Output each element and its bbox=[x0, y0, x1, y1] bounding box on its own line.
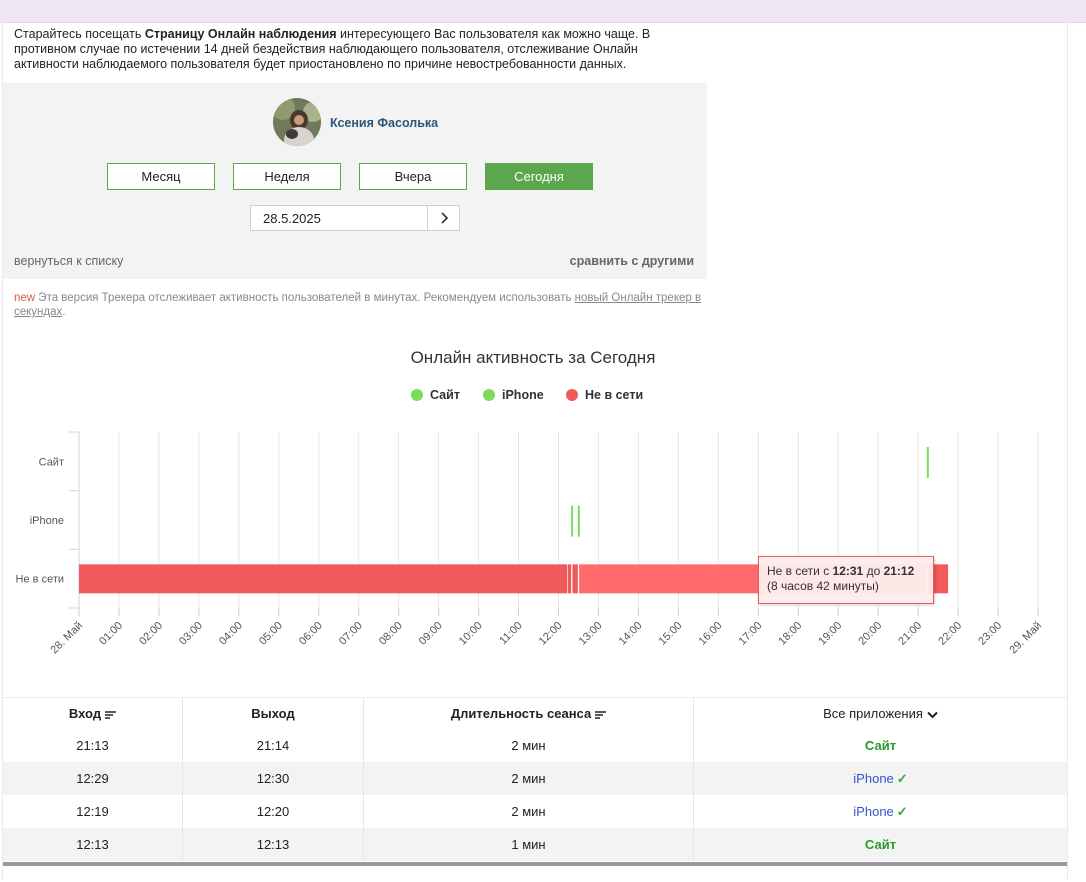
sort-icon bbox=[595, 710, 607, 719]
x-label: 14:00 bbox=[617, 620, 645, 648]
period-month-button[interactable]: Месяц bbox=[107, 163, 215, 190]
new-badge: new bbox=[14, 292, 36, 304]
user-name[interactable]: Ксения Фасолька bbox=[330, 116, 438, 130]
app-label: iPhone bbox=[853, 770, 894, 786]
chevron-down-icon bbox=[927, 711, 938, 718]
legend-item-iphone[interactable]: iPhone bbox=[483, 388, 544, 402]
online-bar bbox=[577, 505, 580, 537]
profile-panel: Ксения Фасолька Месяц Неделя Вчера Сегод… bbox=[3, 83, 707, 279]
cell-out: 21:14 bbox=[182, 729, 364, 762]
cell-in: 12:19 bbox=[3, 795, 183, 828]
x-label: 29. Май bbox=[1007, 620, 1044, 657]
x-label: 19:00 bbox=[816, 620, 844, 648]
y-label-0: Сайт bbox=[39, 456, 64, 468]
table-row: 12:29 12:30 2 мин iPhone ✓ bbox=[3, 762, 1067, 795]
online-bar bbox=[571, 505, 574, 537]
legend-item-offline[interactable]: Не в сети bbox=[566, 388, 643, 402]
cell-in: 12:13 bbox=[3, 828, 183, 861]
app-label: Сайт bbox=[864, 738, 897, 753]
avatar[interactable] bbox=[273, 98, 321, 146]
cell-app: iPhone ✓ bbox=[693, 762, 1067, 795]
x-label: 22:00 bbox=[936, 620, 964, 648]
sessions-table: Вход Выход Длительность сеанса Все прило… bbox=[3, 697, 1067, 861]
table-row: 21:13 21:14 2 мин Сайт bbox=[3, 729, 1067, 762]
cell-out: 12:13 bbox=[182, 828, 364, 861]
cell-out: 12:20 bbox=[182, 795, 364, 828]
cell-duration: 1 мин bbox=[363, 828, 694, 861]
offline-bar bbox=[572, 564, 578, 594]
x-label: 16:00 bbox=[697, 620, 725, 648]
x-label: 09:00 bbox=[417, 620, 445, 648]
app-label: iPhone bbox=[853, 803, 894, 819]
cell-app: iPhone ✓ bbox=[694, 795, 1068, 828]
offline-bar bbox=[79, 564, 568, 594]
x-label: 20:00 bbox=[856, 620, 884, 648]
totals-divider bbox=[3, 862, 1067, 866]
cell-in: 21:13 bbox=[3, 729, 183, 762]
x-label: 11:00 bbox=[497, 620, 524, 647]
next-date-button[interactable] bbox=[427, 205, 460, 231]
cell-duration: 2 мин bbox=[363, 795, 694, 828]
chart-title: Онлайн активность за Сегодня bbox=[410, 348, 656, 367]
x-label: 17:00 bbox=[736, 620, 764, 648]
sort-icon bbox=[105, 710, 117, 719]
x-label: 10:00 bbox=[457, 620, 485, 648]
cell-in: 12:29 bbox=[3, 762, 183, 795]
header-out: Выход bbox=[182, 697, 364, 729]
back-to-list-link[interactable]: вернуться к списку bbox=[14, 254, 123, 268]
x-label: 08:00 bbox=[377, 620, 405, 648]
header-duration[interactable]: Длительность сеанса bbox=[363, 697, 694, 729]
cell-app: Сайт bbox=[694, 729, 1068, 762]
period-yesterday-button[interactable]: Вчера bbox=[359, 163, 467, 190]
x-label: 06:00 bbox=[297, 620, 325, 648]
header-apps-filter[interactable]: Все приложения bbox=[693, 697, 1067, 729]
y-label-1: iPhone bbox=[30, 515, 64, 527]
app-label: Сайт bbox=[864, 837, 897, 852]
header-in[interactable]: Вход bbox=[3, 697, 183, 729]
legend-dot-iphone bbox=[483, 389, 495, 401]
browser-top-bar bbox=[0, 0, 1086, 23]
x-label: 02:00 bbox=[137, 620, 165, 648]
x-label: 03:00 bbox=[177, 620, 205, 648]
online-bar bbox=[926, 447, 929, 478]
notice-bold-text: Страницу Онлайн наблюдения bbox=[144, 27, 337, 41]
visit-notice: Старайтесь посещать Страницу Онлайн набл… bbox=[14, 27, 651, 71]
table-row: 12:13 12:13 1 мин Сайт bbox=[3, 828, 1067, 861]
x-label: 13:00 bbox=[577, 620, 605, 648]
x-label: 07:00 bbox=[337, 620, 365, 648]
x-label: 12:00 bbox=[537, 620, 565, 648]
cell-duration: 2 мин bbox=[363, 762, 694, 795]
check-icon: ✓ bbox=[896, 803, 908, 819]
chart-x-labels: 28. Май 01:00 02:00 03:00 04:00 05:00 06:00 07:… bbox=[48, 620, 1044, 657]
chevron-right-icon bbox=[440, 212, 448, 224]
chart-tooltip: Не в сети с 12:31 до 21:12 (8 часов 42 ми… bbox=[758, 556, 934, 604]
date-input[interactable]: 28.5.2025 bbox=[250, 205, 428, 231]
x-label: 01:00 bbox=[97, 620, 125, 648]
compare-link[interactable]: сравнить с другими bbox=[570, 254, 694, 268]
legend-dot-offline bbox=[566, 389, 578, 401]
x-label: 18:00 bbox=[776, 620, 804, 648]
cell-duration: 2 мин bbox=[363, 729, 694, 762]
check-icon: ✓ bbox=[896, 770, 908, 786]
legend-dot-site bbox=[411, 389, 423, 401]
new-version-note: new Эта версия Трекера отслеживает актив… bbox=[14, 292, 702, 318]
x-label: 28. Май bbox=[48, 620, 85, 657]
x-label: 23:00 bbox=[976, 620, 1004, 648]
period-week-button[interactable]: Неделя bbox=[233, 163, 341, 190]
legend-item-site[interactable]: Сайт bbox=[411, 388, 460, 402]
x-label: 15:00 bbox=[657, 620, 685, 648]
offline-bar bbox=[567, 564, 572, 594]
cell-app: Сайт bbox=[693, 828, 1067, 861]
x-label: 04:00 bbox=[217, 620, 245, 648]
activity-chart: Сайт iPhone Не в сети 28. Май 01:00 02:00 03:… bbox=[16, 431, 1044, 657]
sessions-table-wrap: Вход Выход Длительность сеанса Все прило… bbox=[3, 697, 1067, 861]
y-label-2: Не в сети bbox=[16, 574, 64, 586]
x-label: 05:00 bbox=[257, 620, 285, 648]
cell-out: 12:30 bbox=[182, 762, 364, 795]
period-today-button[interactable]: Сегодня bbox=[485, 163, 593, 190]
chart-y-labels: Сайт iPhone Не в сети bbox=[16, 456, 64, 585]
table-row: 12:19 12:20 2 мин iPhone ✓ bbox=[3, 795, 1067, 828]
x-label: 21:00 bbox=[896, 620, 924, 648]
